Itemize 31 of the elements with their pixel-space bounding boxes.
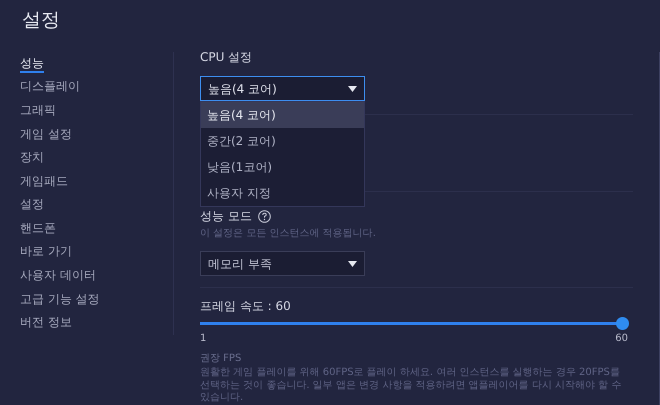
menu-item[interactable]: 사용자 지정: [201, 180, 364, 206]
help-icon[interactable]: [258, 210, 271, 222]
sidebar-item[interactable]: 게임패드: [20, 172, 68, 191]
section-title: 프레임 속도 : 60: [200, 298, 292, 314]
hint-text: 원활한 게임 플레이를 위해 60FPS로 플레이 하세요. 여러 인스턴스를 실행하는 경우 20FPS를 선택하는 것이 좋습니다. 일부 앱은 변경 사항을 적용하려면 앱플레이어를 다시 시작해야 할 수 있습니다.: [200, 367, 622, 404]
description: 이 설정은 모든 인스턴스에 적용됩니다.: [200, 227, 377, 241]
sidebar-item[interactable]: 그래픽: [20, 102, 56, 120]
sidebar-item[interactable]: 버전 정보: [20, 314, 72, 332]
menu-item[interactable]: 중간(2 코어): [201, 128, 364, 154]
sidebar-item[interactable]: 게임 설정: [20, 126, 72, 144]
caret-icon: [348, 86, 357, 92]
sidebar-item[interactable]: 바로 가기: [20, 243, 72, 262]
sidebar-item[interactable]: 성능: [20, 54, 44, 73]
menu-item[interactable]: 낮음(1코어): [201, 154, 364, 180]
slider[interactable]: [200, 317, 629, 330]
slider-min-label: 1: [200, 332, 206, 346]
hint-title: 권장 FPS: [200, 352, 242, 366]
section-title: 성능 모드: [200, 208, 252, 224]
caret-icon: [348, 260, 357, 266]
sidebar-item[interactable]: 디스플레이: [20, 78, 80, 96]
sidebar-item[interactable]: 장치: [20, 149, 44, 168]
sidebar-item[interactable]: 설정: [20, 196, 44, 214]
dropdown[interactable]: 높음(4 코어): [200, 76, 365, 101]
menu-item[interactable]: 높음(4 코어): [201, 102, 364, 128]
section-title: CPU 설정: [200, 49, 254, 65]
slider-max-label: 60: [615, 332, 628, 346]
sidebar-item[interactable]: 고급 기능 설정: [20, 290, 100, 309]
window-title: 설정: [22, 8, 60, 33]
sidebar-item[interactable]: 사용자 데이터: [20, 266, 96, 285]
dropdown[interactable]: 메모리 부족: [200, 251, 365, 276]
sidebar-item[interactable]: 핸드폰: [20, 220, 56, 238]
